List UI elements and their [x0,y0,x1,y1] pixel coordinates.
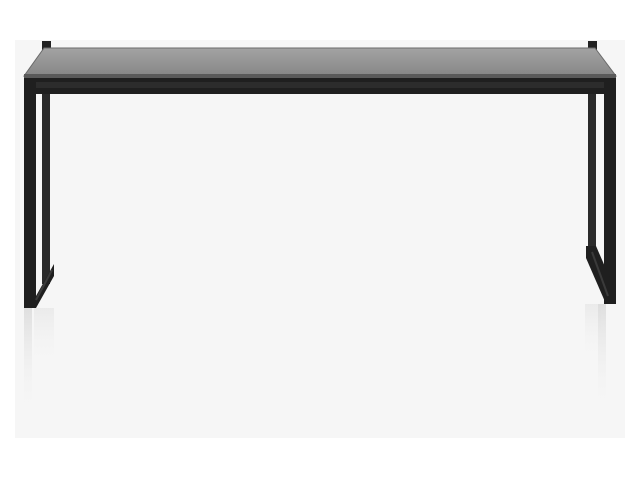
back-legs [42,88,596,284]
product-photo [0,0,640,480]
glass-edge [24,74,616,78]
glass-top [23,47,617,77]
coffee-table-illustration [23,41,617,418]
leg-reflections [24,304,606,418]
